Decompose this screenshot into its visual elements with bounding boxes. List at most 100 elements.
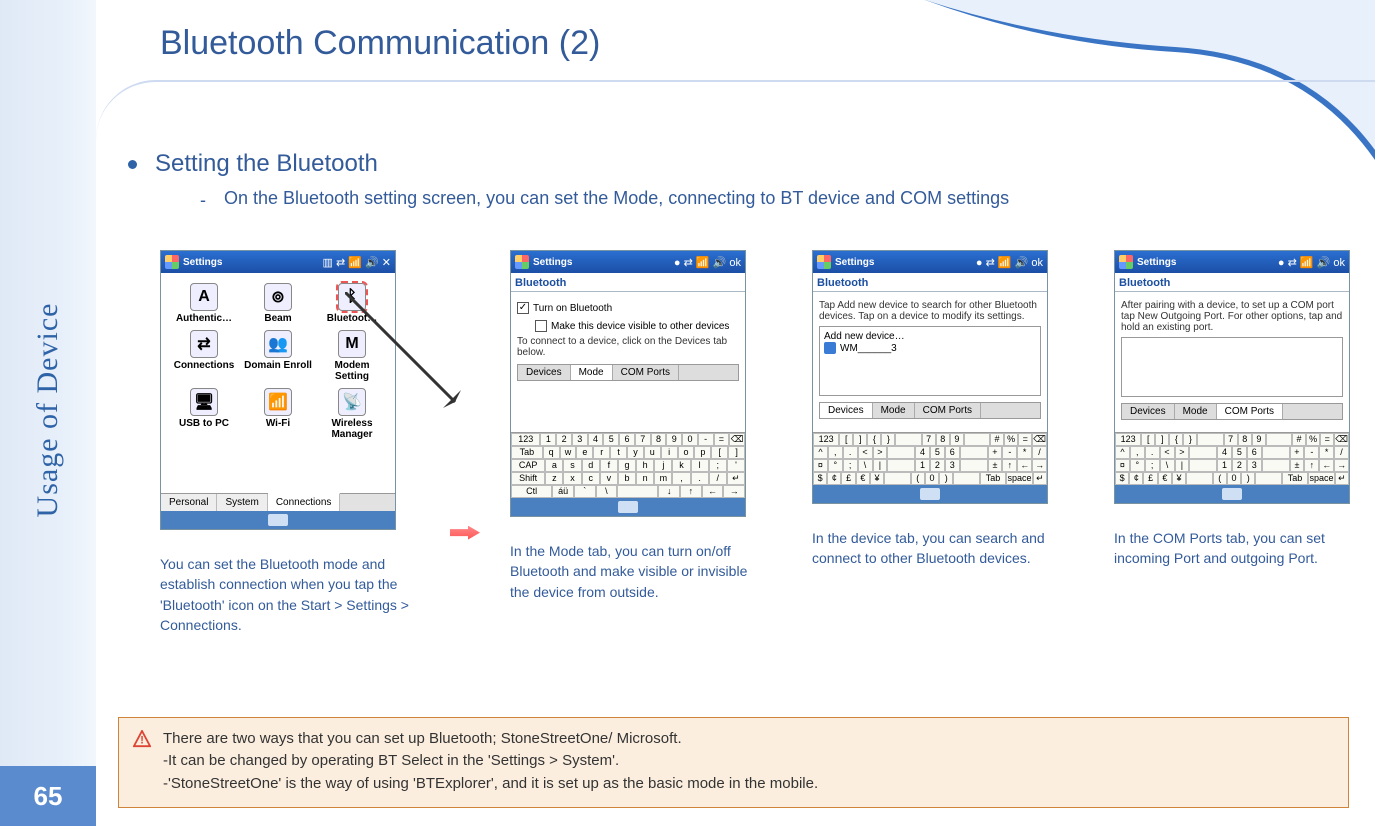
key[interactable]: ) bbox=[1241, 472, 1255, 485]
onscreen-keypad[interactable]: 123[]{} 789 #%=⌫^,.<> 456 +-*/¤°;\| 123 … bbox=[813, 432, 1047, 485]
key[interactable]: ) bbox=[939, 472, 953, 485]
onscreen-keypad[interactable]: 123[]{} 789 #%=⌫^,.<> 456 +-*/¤°;\| 123 … bbox=[1115, 432, 1349, 485]
key[interactable]: 2 bbox=[1232, 459, 1247, 472]
key[interactable]: 9 bbox=[666, 433, 682, 446]
key[interactable]: i bbox=[661, 446, 678, 459]
key[interactable]: b bbox=[618, 472, 636, 485]
key[interactable]: → bbox=[1334, 459, 1349, 472]
key[interactable]: ↵ bbox=[727, 472, 745, 485]
key[interactable] bbox=[953, 472, 979, 485]
key[interactable]: \ bbox=[596, 485, 618, 498]
key[interactable]: 0 bbox=[682, 433, 698, 446]
key[interactable]: = bbox=[1018, 433, 1032, 446]
key[interactable]: , bbox=[828, 446, 843, 459]
key[interactable]: ( bbox=[1213, 472, 1227, 485]
key[interactable]: space bbox=[1006, 472, 1032, 485]
key[interactable]: [ bbox=[711, 446, 728, 459]
key[interactable]: + bbox=[1290, 446, 1305, 459]
key[interactable]: 5 bbox=[603, 433, 619, 446]
key[interactable]: 0 bbox=[925, 472, 939, 485]
key[interactable]: ° bbox=[828, 459, 843, 472]
key[interactable]: Tab bbox=[980, 472, 1006, 485]
key[interactable]: ± bbox=[988, 459, 1003, 472]
key[interactable] bbox=[1262, 459, 1290, 472]
key[interactable]: 3 bbox=[945, 459, 960, 472]
tab-devices[interactable]: Devices bbox=[1122, 404, 1175, 419]
key[interactable]: % bbox=[1004, 433, 1018, 446]
key[interactable]: j bbox=[654, 459, 672, 472]
key[interactable]: ¥ bbox=[870, 472, 884, 485]
key[interactable]: 8 bbox=[936, 433, 950, 446]
key[interactable]: x bbox=[563, 472, 581, 485]
key[interactable]: CAP bbox=[511, 459, 545, 472]
onscreen-keyboard[interactable]: 1231234567890-=⌫Tabqwertyuiop[]CAPasdfgh… bbox=[511, 432, 745, 498]
key[interactable]: 7 bbox=[1224, 433, 1238, 446]
key[interactable]: > bbox=[1175, 446, 1190, 459]
key[interactable]: w bbox=[560, 446, 577, 459]
key[interactable]: | bbox=[1175, 459, 1190, 472]
key[interactable] bbox=[1186, 472, 1212, 485]
key[interactable]: ] bbox=[853, 433, 867, 446]
key[interactable]: ¢ bbox=[827, 472, 841, 485]
tab-devices[interactable]: Devices bbox=[820, 403, 873, 418]
key[interactable]: = bbox=[1320, 433, 1334, 446]
key[interactable] bbox=[960, 446, 988, 459]
key[interactable]: ¢ bbox=[1129, 472, 1143, 485]
key[interactable]: # bbox=[990, 433, 1004, 446]
key[interactable] bbox=[1266, 433, 1292, 446]
add-new-device-link[interactable]: Add new device… bbox=[824, 331, 1036, 342]
key[interactable] bbox=[887, 446, 915, 459]
key[interactable]: t bbox=[610, 446, 627, 459]
key[interactable]: ± bbox=[1290, 459, 1305, 472]
key[interactable]: ; bbox=[709, 459, 727, 472]
key[interactable]: , bbox=[1130, 446, 1145, 459]
key[interactable]: < bbox=[1160, 446, 1175, 459]
key[interactable]: ↑ bbox=[1304, 459, 1319, 472]
key[interactable]: → bbox=[723, 485, 745, 498]
key[interactable]: n bbox=[636, 472, 654, 485]
key[interactable]: . bbox=[1145, 446, 1160, 459]
key[interactable]: 4 bbox=[1217, 446, 1232, 459]
app-wi-fi[interactable]: 📶Wi-Fi bbox=[243, 388, 313, 440]
key[interactable]: { bbox=[867, 433, 881, 446]
key[interactable]: - bbox=[1304, 446, 1319, 459]
key[interactable]: Tab bbox=[1282, 472, 1308, 485]
key[interactable]: 123 bbox=[511, 433, 540, 446]
app-bluetoot[interactable]: ᛒBluetoot… bbox=[317, 283, 387, 324]
key[interactable]: ⌫ bbox=[729, 433, 745, 446]
key[interactable]: ← bbox=[1319, 459, 1334, 472]
key[interactable]: ← bbox=[702, 485, 724, 498]
key[interactable]: y bbox=[627, 446, 644, 459]
key[interactable]: 3 bbox=[572, 433, 588, 446]
tab-mode[interactable]: Mode bbox=[1175, 404, 1217, 419]
key[interactable]: ° bbox=[1130, 459, 1145, 472]
key[interactable]: 6 bbox=[945, 446, 960, 459]
app-beam[interactable]: ⊚Beam bbox=[243, 283, 313, 324]
key[interactable] bbox=[887, 459, 915, 472]
key[interactable]: £ bbox=[841, 472, 855, 485]
key[interactable]: 1 bbox=[540, 433, 556, 446]
tab-mode[interactable]: Mode bbox=[873, 403, 915, 418]
key[interactable]: r bbox=[593, 446, 610, 459]
key[interactable]: ↑ bbox=[1002, 459, 1017, 472]
key[interactable]: € bbox=[1158, 472, 1172, 485]
app-connections[interactable]: ⇄Connections bbox=[169, 330, 239, 382]
key[interactable]: £ bbox=[1143, 472, 1157, 485]
app-authentic[interactable]: AAuthentic… bbox=[169, 283, 239, 324]
key[interactable]: ↵ bbox=[1335, 472, 1349, 485]
key[interactable]: | bbox=[873, 459, 888, 472]
key[interactable]: o bbox=[678, 446, 695, 459]
tab-system[interactable]: System bbox=[217, 494, 267, 511]
key[interactable]: > bbox=[873, 446, 888, 459]
key[interactable]: Tab bbox=[511, 446, 543, 459]
key[interactable]: . bbox=[691, 472, 709, 485]
tab-com-ports[interactable]: COM Ports bbox=[1217, 404, 1283, 419]
tab-com-ports[interactable]: COM Ports bbox=[613, 365, 679, 380]
tab-com-ports[interactable]: COM Ports bbox=[915, 403, 981, 418]
key[interactable]: 7 bbox=[922, 433, 936, 446]
key[interactable]: / bbox=[1032, 446, 1047, 459]
key[interactable]: 0 bbox=[1227, 472, 1241, 485]
key[interactable]: ^ bbox=[1115, 446, 1130, 459]
app-usb-to-pc[interactable]: 🖥USB to PC bbox=[169, 388, 239, 440]
key[interactable] bbox=[1189, 459, 1217, 472]
